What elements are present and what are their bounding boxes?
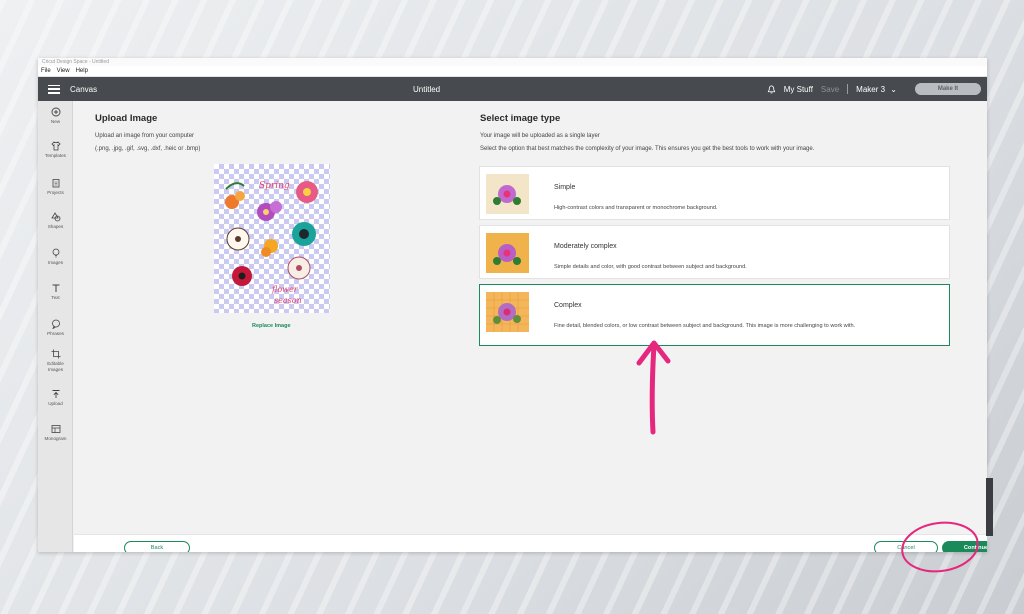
hamburger-menu-icon[interactable] [48, 84, 60, 94]
option-moderately-complex[interactable]: Moderately complex Simple details and co… [479, 225, 950, 279]
upload-subtitle: Upload an image from your computer [95, 133, 195, 139]
app-label: Canvas [70, 84, 98, 94]
monogram-icon [51, 425, 60, 433]
document-title: Untitled [413, 84, 441, 94]
sidebar-item-label: New [50, 119, 61, 124]
sidebar-item-editable-images[interactable]: Editable Images [38, 349, 73, 373]
top-bar: Canvas Untitled My Stuff Save Maker 3 ⌄ … [38, 77, 987, 101]
sidebar-item-label: Shapes [47, 224, 64, 229]
sidebar-item-upload[interactable]: Upload [38, 389, 73, 407]
replace-image-link[interactable]: Replace Image [252, 323, 291, 329]
option-complex-flower-icon [486, 292, 529, 332]
option-complex[interactable]: Complex Fine detail, blended colors, or … [479, 284, 950, 346]
svg-text:season: season [274, 296, 302, 305]
sidebar-item-templates[interactable]: Templates [38, 141, 73, 159]
option-moderate-flower-icon [493, 244, 521, 265]
select-info-line1: Your image will be uploaded as a single … [480, 133, 600, 139]
sidebar-item-new[interactable]: New [38, 107, 73, 125]
menu-help[interactable]: Help [76, 66, 88, 76]
option-description: Simple details and color, with good cont… [554, 264, 747, 270]
menu-file[interactable]: File [41, 66, 51, 76]
sidebar-item-shapes[interactable]: Shapes [38, 212, 73, 230]
upload-arrow-icon [52, 390, 59, 398]
uploaded-image-preview: Spring flower season [214, 164, 330, 313]
crop-icon [51, 349, 60, 359]
bell-icon[interactable] [767, 84, 776, 94]
option-name: Moderately complex [554, 243, 617, 250]
divider [847, 84, 849, 94]
cancel-button[interactable]: Cancel [874, 541, 938, 552]
clipboard-icon [52, 179, 59, 188]
speech-bubble-icon [51, 319, 60, 329]
option-name: Complex [554, 302, 582, 309]
option-simple-flower-icon [493, 185, 521, 205]
svg-text:flower: flower [271, 285, 299, 294]
chevron-down-icon: ⌄ [890, 84, 897, 94]
sidebar-item-text[interactable]: Text [38, 283, 73, 301]
sidebar-item-label: Projects [47, 190, 64, 195]
option-description: Fine detail, blended colors, or low cont… [554, 323, 856, 329]
scrollbar-thumb[interactable] [986, 478, 993, 536]
sidebar-item-label: Monogram [44, 436, 67, 441]
sidebar-item-label: Images [47, 260, 64, 265]
option-description: High-contrast colors and transparent or … [554, 205, 718, 211]
app-window: Cricut Design Space - Untitled File View… [38, 58, 987, 552]
upload-formats: (.png, .jpg, .gif, .svg, .dxf, .heic or … [95, 146, 201, 152]
option-name: Simple [554, 184, 576, 191]
sidebar-item-label: Upload [48, 401, 63, 406]
plus-circle-icon [51, 107, 60, 117]
upload-heading: Upload Image [95, 113, 158, 124]
machine-label: Maker 3 [856, 84, 886, 94]
sidebar-item-label: Text [51, 295, 60, 300]
option-complex-thumbnail [486, 292, 529, 332]
shirt-icon [50, 141, 61, 151]
sidebar-item-images[interactable]: Images [38, 248, 73, 266]
save-button[interactable]: Save [821, 85, 839, 94]
main-content: Upload Image Upload an image from your c… [74, 101, 987, 534]
select-type-heading: Select image type [480, 113, 561, 124]
option-simple[interactable]: Simple High-contrast colors and transpar… [479, 166, 950, 220]
svg-text:Spring: Spring [259, 181, 290, 191]
make-it-button[interactable]: Make It [915, 83, 981, 95]
my-stuff-link[interactable]: My Stuff [784, 85, 813, 94]
text-t-icon [52, 284, 59, 292]
menu-bar: File View Help [38, 66, 987, 77]
sidebar-item-monogram[interactable]: Monogram [38, 424, 73, 442]
sidebar-item-label: Templates [45, 153, 66, 158]
continue-button[interactable]: Continue [942, 541, 987, 552]
sidebar-item-label: Editable Images [47, 361, 64, 372]
option-moderate-thumbnail [486, 233, 529, 273]
sidebar-item-phrases[interactable]: Phrases [38, 319, 73, 337]
sidebar-item-label: Phrases [47, 331, 64, 336]
sidebar-item-projects[interactable]: Projects [38, 178, 73, 196]
flower-sticker-artwork: Spring flower season [225, 181, 318, 305]
back-button[interactable]: Back [124, 541, 190, 552]
option-simple-thumbnail [486, 174, 529, 214]
window-title: Cricut Design Space - Untitled [38, 58, 987, 66]
menu-view[interactable]: View [57, 66, 70, 76]
machine-selector[interactable]: Maker 3 ⌄ [856, 85, 897, 94]
shapes-icon [50, 212, 60, 222]
left-sidebar: New Templates Projects Shapes Images Tex… [38, 101, 73, 552]
footer-bar: Back Cancel Continue [74, 534, 987, 552]
lightbulb-icon [52, 248, 59, 258]
select-info-line2: Select the option that best matches the … [480, 146, 815, 152]
